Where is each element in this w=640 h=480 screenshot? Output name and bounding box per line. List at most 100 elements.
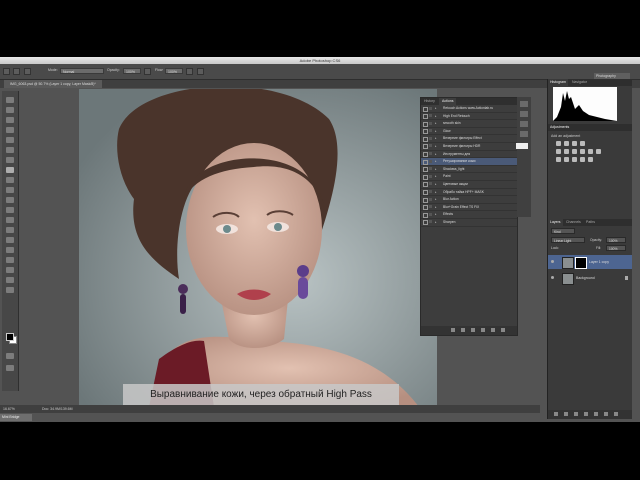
toggle-checkbox-icon[interactable] [423, 182, 428, 188]
action-set-row[interactable]: ▸ Ретуширование кожи [421, 158, 517, 166]
history-brush-tool-icon[interactable] [6, 187, 14, 193]
mini-bridge-tab[interactable]: Mini Bridge [0, 414, 32, 421]
expand-triangle-icon[interactable]: ▸ [435, 204, 437, 211]
play-icon[interactable] [471, 328, 475, 332]
expand-triangle-icon[interactable]: ▸ [435, 113, 437, 120]
color-balance-icon[interactable] [572, 149, 577, 154]
pressure-opacity-icon[interactable] [144, 68, 151, 75]
dialog-toggle-icon[interactable] [429, 212, 432, 216]
eraser-tool-icon[interactable] [6, 197, 14, 203]
exposure-icon[interactable] [580, 141, 585, 146]
expand-triangle-icon[interactable]: ▸ [435, 211, 437, 218]
dialog-toggle-icon[interactable] [429, 220, 432, 224]
opacity-input[interactable]: 100% [123, 68, 141, 74]
posterize-icon[interactable] [564, 157, 569, 162]
expand-triangle-icon[interactable]: ▸ [435, 158, 437, 165]
action-set-row[interactable]: ▸ Paint [421, 173, 517, 181]
dialog-toggle-icon[interactable] [429, 174, 432, 178]
action-set-row[interactable]: ▸ Обрабо тайка HPF+ MASK [421, 189, 517, 197]
toggle-checkbox-icon[interactable] [423, 174, 428, 180]
dialog-toggle-icon[interactable] [429, 190, 432, 194]
dialog-toggle-icon[interactable] [429, 182, 432, 186]
adjustments-tab[interactable]: Adjustments [550, 124, 569, 131]
expand-triangle-icon[interactable]: ▸ [435, 128, 437, 135]
toggle-checkbox-icon[interactable] [423, 136, 428, 142]
trash-icon[interactable] [614, 412, 618, 416]
tab-actions[interactable]: Actions [439, 98, 457, 105]
marquee-tool-icon[interactable] [6, 107, 14, 113]
action-set-row[interactable]: ▸ Retouch Actions www.Actionlab.ru [421, 105, 517, 113]
new-action-icon[interactable] [491, 328, 495, 332]
expand-triangle-icon[interactable]: ▸ [435, 135, 437, 142]
dialog-toggle-icon[interactable] [429, 106, 432, 110]
black-white-icon[interactable] [580, 149, 585, 154]
record-icon[interactable] [461, 328, 465, 332]
add-mask-icon[interactable] [574, 412, 578, 416]
zoom-tool-icon[interactable] [6, 287, 14, 293]
toggle-checkbox-icon[interactable] [423, 152, 428, 158]
dialog-toggle-icon[interactable] [429, 167, 432, 171]
photo-filter-icon[interactable] [588, 149, 593, 154]
adjustment-layer-icon[interactable] [584, 412, 588, 416]
vibrance-icon[interactable] [556, 149, 561, 154]
expand-triangle-icon[interactable]: ▸ [435, 196, 437, 203]
levels-icon[interactable] [564, 141, 569, 146]
link-icon[interactable] [554, 412, 558, 416]
document-canvas[interactable] [79, 89, 437, 407]
mode-select[interactable]: Normal [60, 68, 104, 74]
toggle-checkbox-icon[interactable] [423, 159, 428, 165]
dialog-toggle-icon[interactable] [429, 121, 432, 125]
expand-triangle-icon[interactable]: ▸ [435, 143, 437, 150]
eyedropper-tool-icon[interactable] [6, 147, 14, 153]
invert-icon[interactable] [556, 157, 561, 162]
gradient-tool-icon[interactable] [6, 207, 14, 213]
tab-paths[interactable]: Paths [584, 219, 597, 226]
curves-icon[interactable] [572, 141, 577, 146]
brightness-icon[interactable] [556, 141, 561, 146]
gradient-map-icon[interactable] [580, 157, 585, 162]
flow-input[interactable]: 100% [165, 68, 183, 74]
path-selection-tool-icon[interactable] [6, 257, 14, 263]
action-set-row[interactable]: ▸ Blur Action [421, 196, 517, 204]
brush-preset-icon[interactable] [3, 68, 10, 75]
hand-tool-icon[interactable] [6, 277, 14, 283]
toggle-checkbox-icon[interactable] [423, 144, 428, 150]
dialog-toggle-icon[interactable] [429, 197, 432, 201]
group-icon[interactable] [594, 412, 598, 416]
type-tool-icon[interactable] [6, 247, 14, 253]
expand-triangle-icon[interactable]: ▸ [435, 189, 437, 196]
dialog-toggle-icon[interactable] [429, 152, 432, 156]
expand-triangle-icon[interactable]: ▸ [435, 181, 437, 188]
action-set-row[interactable]: ▸ Цветовые акции [421, 181, 517, 189]
toggle-checkbox-icon[interactable] [423, 220, 428, 226]
panel-icon-4[interactable] [520, 131, 528, 137]
tab-layers[interactable]: Layers [548, 219, 563, 226]
action-set-row[interactable]: ▸ Инструменты для [421, 151, 517, 159]
pen-tool-icon[interactable] [6, 237, 14, 243]
blend-mode-select[interactable]: Linear Light [551, 237, 585, 243]
threshold-icon[interactable] [572, 157, 577, 162]
dialog-toggle-icon[interactable] [429, 136, 432, 140]
dialog-toggle-icon[interactable] [429, 205, 432, 209]
expand-triangle-icon[interactable]: ▸ [435, 151, 437, 158]
tab-navigator[interactable]: Navigator [570, 79, 589, 86]
action-set-row[interactable]: ▸ Sharpen [421, 219, 517, 227]
quick-selection-tool-icon[interactable] [6, 127, 14, 133]
shape-tool-icon[interactable] [6, 267, 14, 273]
toggle-checkbox-icon[interactable] [423, 197, 428, 203]
dialog-toggle-icon[interactable] [429, 129, 432, 133]
toggle-checkbox-icon[interactable] [423, 121, 428, 127]
action-set-row[interactable]: ▸ Blur+Grain Effect TS FIX [421, 204, 517, 212]
eye-icon[interactable] [551, 276, 554, 279]
crop-tool-icon[interactable] [6, 137, 14, 143]
layer-opacity-input[interactable]: 100% [606, 237, 626, 243]
healing-brush-tool-icon[interactable] [6, 157, 14, 163]
layer-mask-thumbnail[interactable] [575, 257, 587, 269]
action-set-row[interactable]: ▸ smooth skin [421, 120, 517, 128]
toggle-checkbox-icon[interactable] [423, 205, 428, 211]
tab-history[interactable]: History [421, 98, 438, 105]
dodge-tool-icon[interactable] [6, 227, 14, 233]
fill-input[interactable]: 100% [606, 245, 626, 251]
expand-triangle-icon[interactable]: ▸ [435, 166, 437, 173]
layer-row-layer-1-copy[interactable]: Layer 1 copy [548, 255, 632, 269]
